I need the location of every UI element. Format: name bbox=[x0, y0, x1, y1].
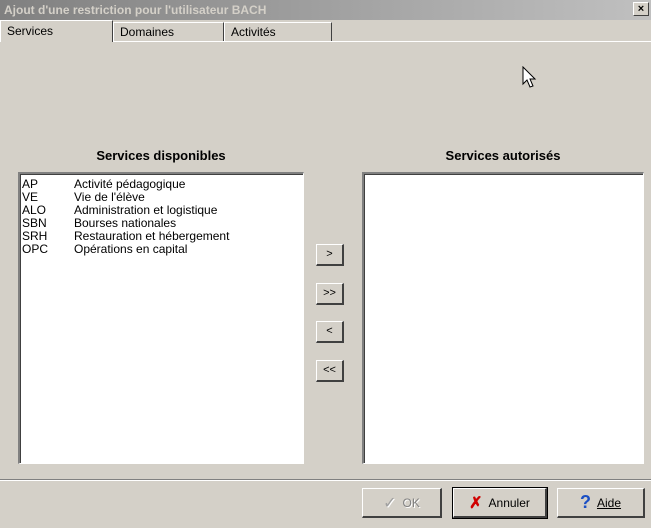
tab-services[interactable]: Services bbox=[0, 20, 113, 42]
title-bar: Ajout d'une restriction pour l'utilisate… bbox=[0, 0, 651, 20]
tab-domaines[interactable]: Domaines bbox=[113, 22, 224, 42]
check-icon: ✓ bbox=[383, 494, 397, 512]
mouse-pointer-icon bbox=[522, 66, 537, 88]
tab-activites[interactable]: Activités bbox=[224, 22, 332, 42]
authorized-services-heading: Services autorisés bbox=[445, 148, 561, 163]
help-button[interactable]: ? Aide bbox=[557, 488, 645, 518]
help-label: Aide bbox=[596, 495, 622, 510]
ok-label: OK bbox=[402, 495, 420, 510]
list-item[interactable]: OPC Opérations en capital bbox=[20, 243, 303, 256]
cancel-button[interactable]: ✗ Annuler bbox=[452, 487, 548, 519]
question-icon: ? bbox=[579, 492, 591, 512]
list-item[interactable]: AP Activité pédagogique bbox=[20, 178, 303, 191]
close-button[interactable]: × bbox=[633, 2, 649, 16]
ok-button: ✓ OK bbox=[362, 488, 442, 518]
add-all-button[interactable]: >> bbox=[316, 283, 344, 305]
service-label: Opérations en capital bbox=[74, 242, 188, 256]
available-services-list[interactable]: AP Activité pédagogique VE Vie de l'élèv… bbox=[18, 172, 304, 464]
x-icon: ✗ bbox=[469, 494, 483, 512]
remove-all-button[interactable]: << bbox=[316, 360, 344, 382]
tab-strip: Services Domaines Activités bbox=[0, 20, 651, 42]
add-one-button[interactable]: > bbox=[316, 244, 344, 266]
service-code: OPC bbox=[22, 242, 49, 256]
window-title: Ajout d'une restriction pour l'utilisate… bbox=[4, 3, 267, 17]
button-bar-divider bbox=[0, 480, 651, 481]
cancel-label: Annuler bbox=[488, 495, 530, 510]
remove-one-button[interactable]: < bbox=[316, 321, 344, 343]
authorized-services-list[interactable] bbox=[362, 172, 644, 464]
available-services-heading: Services disponibles bbox=[96, 148, 226, 163]
